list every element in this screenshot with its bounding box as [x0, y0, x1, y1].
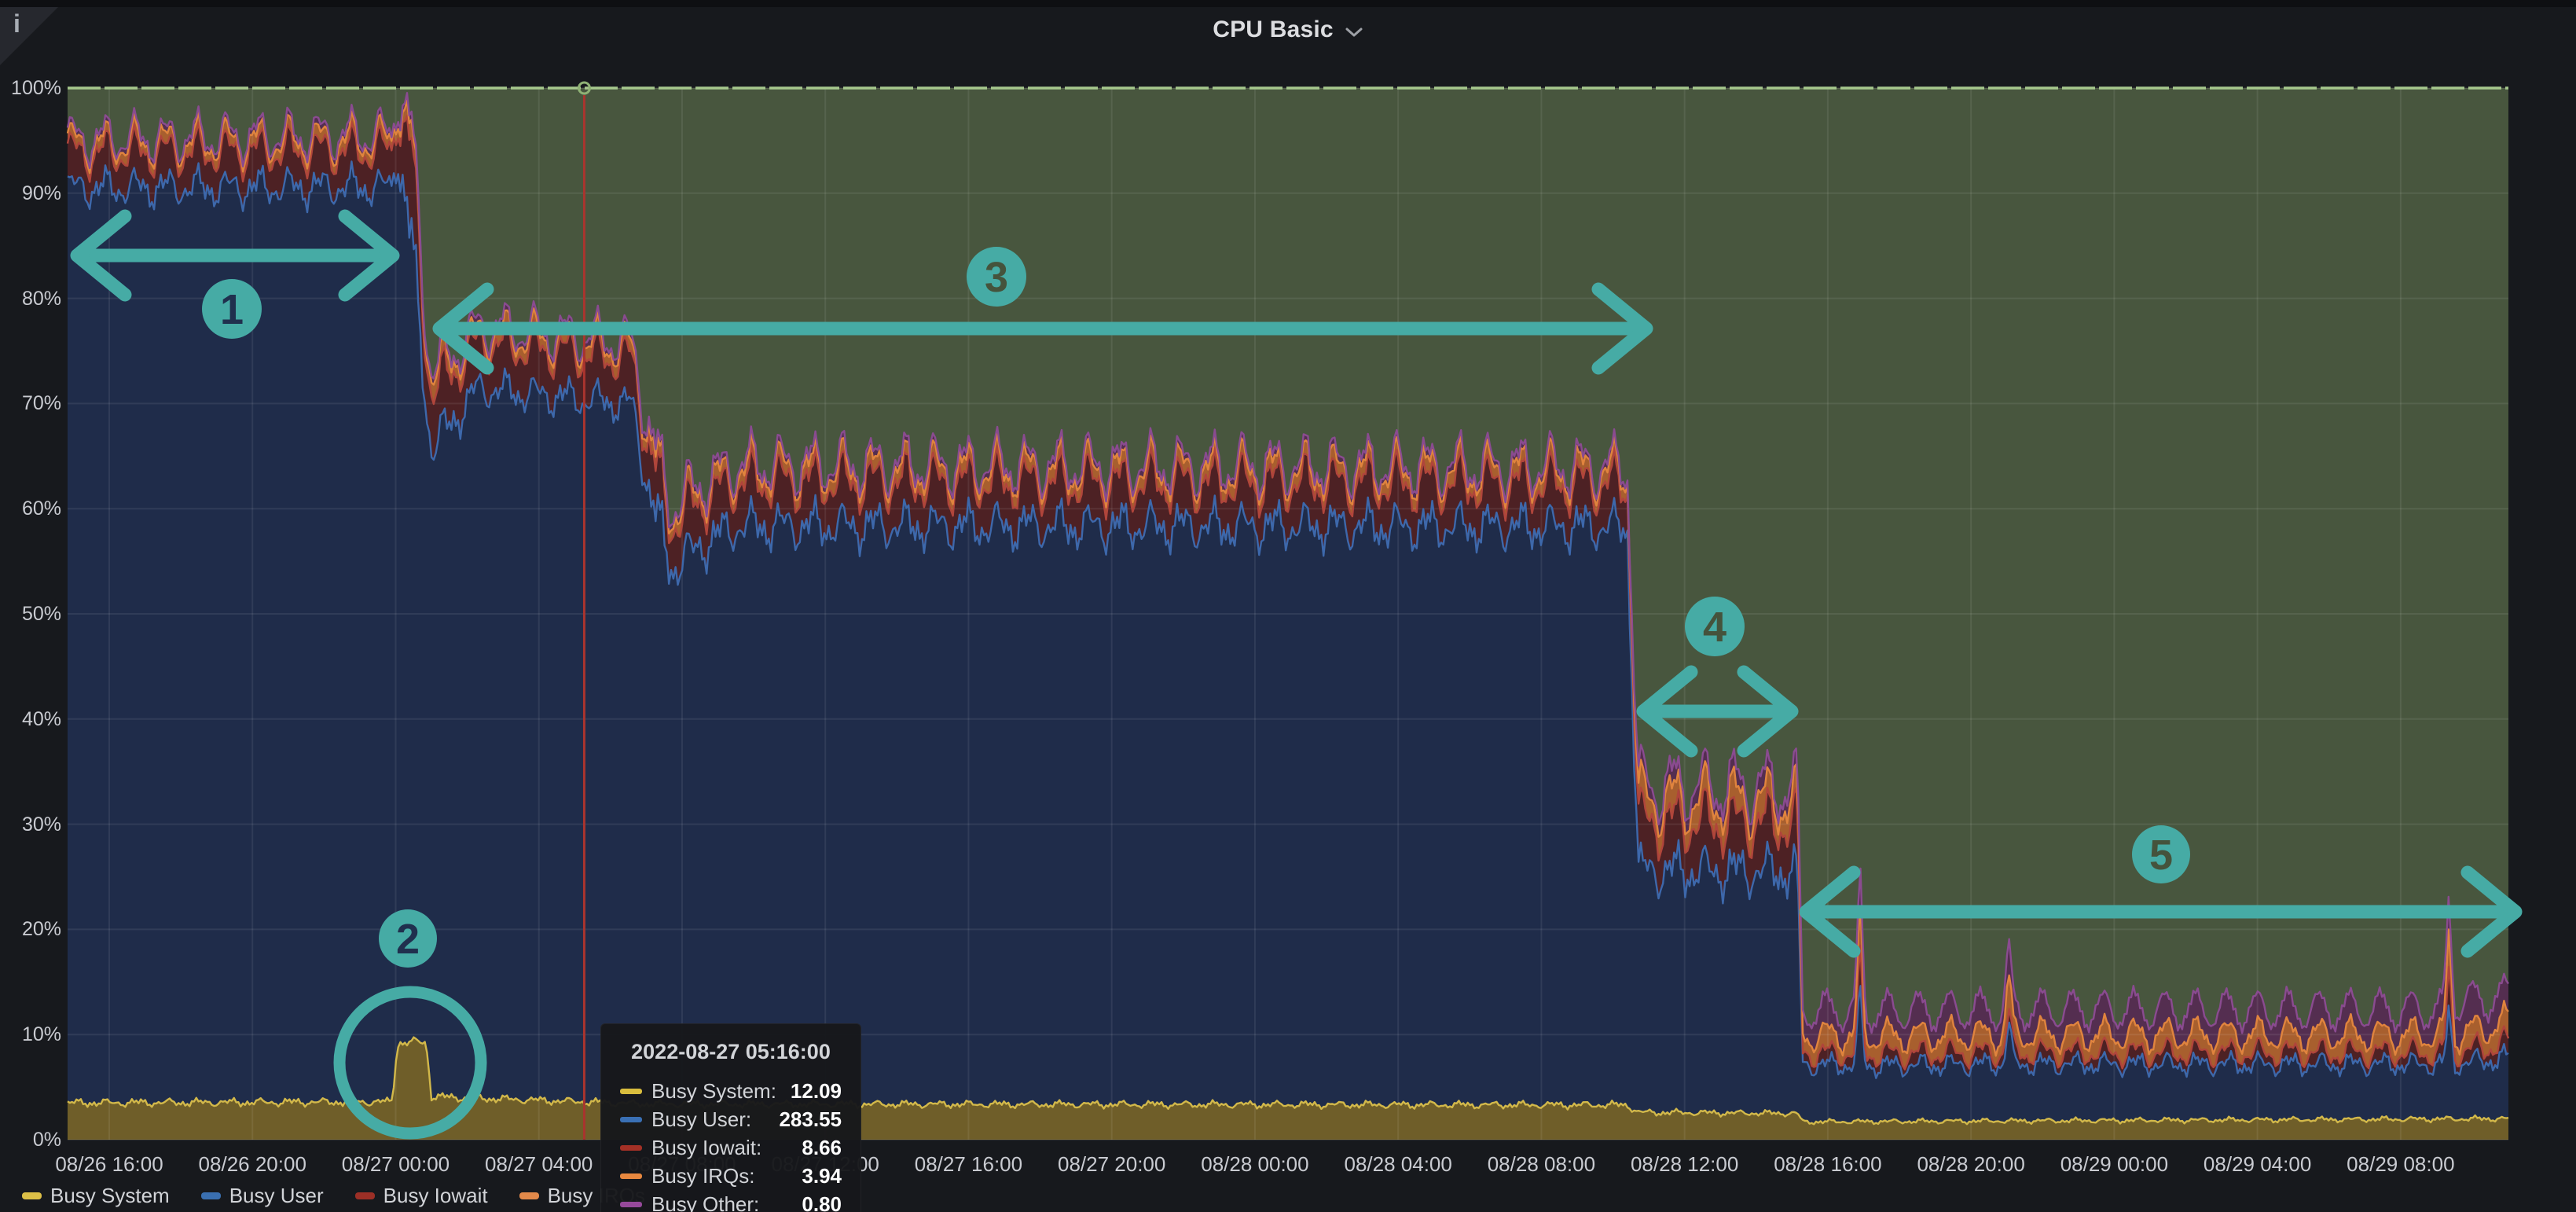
tooltip-series-swatch-icon: [620, 1117, 642, 1122]
legend-label: Busy User: [229, 1184, 324, 1208]
panel-title[interactable]: CPU Basic: [1213, 17, 1334, 43]
tooltip-series-swatch-icon: [620, 1173, 642, 1179]
legend-item[interactable]: Busy User: [201, 1184, 324, 1208]
cpu-usage-chart[interactable]: [0, 0, 2576, 1212]
tooltip-rows: Busy System:12.09Busy User:283.55Busy Io…: [620, 1077, 842, 1212]
legend-label: Busy Iowait: [383, 1184, 488, 1208]
info-icon[interactable]: i: [13, 11, 20, 36]
chevron-down-icon[interactable]: [1345, 27, 1363, 38]
tooltip-series-value: 283.55: [779, 1107, 842, 1132]
tooltip-series-swatch-icon: [620, 1145, 642, 1151]
window-top-strip: [0, 0, 2576, 7]
tooltip-series-label: Busy Iowait:: [651, 1136, 761, 1160]
panel-header: CPU Basic: [0, 7, 2576, 53]
legend-swatch-icon: [22, 1192, 42, 1199]
legend-item[interactable]: Busy System: [22, 1184, 170, 1208]
tooltip-row: Busy System: 12.09: [620, 1077, 842, 1105]
tooltip-series-swatch-icon: [620, 1089, 642, 1094]
legend-swatch-icon: [201, 1192, 221, 1199]
tooltip-series-label: Busy Other:: [651, 1192, 759, 1212]
panel-info-corner[interactable]: [0, 7, 58, 65]
tooltip-row: Busy Iowait: 8.66: [620, 1133, 842, 1162]
tooltip-row: Busy User: 283.55: [620, 1105, 842, 1133]
tooltip-series-value: 3.94: [802, 1164, 842, 1188]
legend-label: Busy System: [50, 1184, 170, 1208]
legend-swatch-icon: [519, 1192, 539, 1199]
tooltip-series-value: 8.66: [802, 1136, 842, 1160]
tooltip-row: Busy Other: 0.80: [620, 1190, 842, 1212]
chart-tooltip: 2022-08-27 05:16:00 Busy System:12.09Bus…: [600, 1023, 861, 1212]
tooltip-series-swatch-icon: [620, 1202, 642, 1207]
tooltip-timestamp: 2022-08-27 05:16:00: [620, 1040, 842, 1064]
tooltip-series-label: Busy User:: [651, 1107, 751, 1132]
chart-legend: Busy SystemBusy UserBusy IowaitBusy IRQs: [22, 1184, 645, 1208]
legend-swatch-icon: [355, 1192, 375, 1199]
tooltip-row: Busy IRQs: 3.94: [620, 1162, 842, 1190]
tooltip-series-value: 12.09: [791, 1079, 842, 1104]
legend-item[interactable]: Busy Iowait: [355, 1184, 488, 1208]
tooltip-series-label: Busy System:: [651, 1079, 776, 1104]
tooltip-series-label: Busy IRQs:: [651, 1164, 754, 1188]
tooltip-series-value: 0.80: [802, 1192, 842, 1212]
